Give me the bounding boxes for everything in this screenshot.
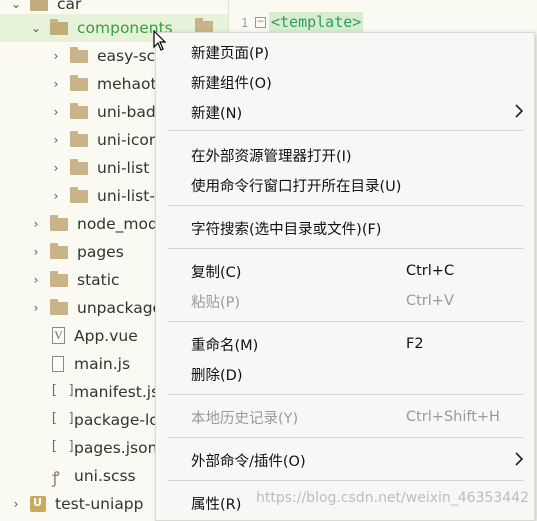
js-file-icon [50,355,65,373]
menu-item-delete[interactable]: 删除(D) [156,359,534,389]
folder-icon [70,186,88,203]
context-menu: 新建页面(P) 新建组件(O) 新建(N) 在外部资源管理器打开(I) 使用命令… [155,32,535,521]
folder-icon [50,214,68,231]
project-icon [30,496,46,512]
json-file-icon [50,383,76,401]
chevron-down-icon[interactable]: ⌄ [10,0,22,10]
menu-item-copy[interactable]: 复制(C) Ctrl+C [156,256,534,286]
folder-icon [50,298,68,315]
folder-icon [70,74,88,91]
menu-item-open-in-explorer[interactable]: 在外部资源管理器打开(I) [156,140,534,170]
chevron-right-icon[interactable]: › [30,302,42,314]
folder-icon [50,242,68,259]
chevron-right-icon[interactable]: › [50,50,62,62]
folder-open-icon [30,0,48,11]
fold-toggle-icon[interactable]: − [255,17,266,28]
menu-separator [168,321,523,322]
folder-icon [70,102,88,119]
json-file-icon [50,439,76,457]
chevron-right-icon[interactable]: › [10,498,22,510]
chevron-right-icon[interactable]: › [50,190,62,202]
menu-item-external-commands[interactable]: 外部命令/插件(O) [156,445,534,475]
chevron-down-icon[interactable]: ⌄ [30,22,42,34]
menu-separator [168,248,523,249]
menu-item-paste: 粘贴(P) Ctrl+V [191,293,454,311]
menu-item-new-component[interactable]: 新建组件(O) [156,67,534,97]
folder-icon [70,130,88,147]
menu-item-local-history: 本地历史记录(Y) Ctrl+Shift+H [191,409,500,427]
menu-separator [168,394,523,395]
json-file-icon [50,411,76,429]
mouse-cursor-icon [153,30,167,51]
chevron-right-icon[interactable]: › [30,218,42,230]
chevron-right-icon[interactable]: › [50,106,62,118]
menu-separator [168,130,523,131]
menu-separator [168,437,523,438]
scss-file-icon [50,466,65,488]
submenu-arrow-icon [515,104,524,118]
menu-separator [168,480,523,481]
folder-open-icon [50,18,68,35]
line-number: 1 [241,16,249,30]
chevron-right-icon[interactable]: › [50,134,62,146]
chevron-right-icon[interactable]: › [50,162,62,174]
folder-icon [50,270,68,287]
vue-file-icon [50,327,65,345]
code-line[interactable]: <template> [269,12,364,32]
watermark: https://blog.csdn.net/weixin_46353442 [256,490,530,506]
menu-item-rename[interactable]: 重命名(M) F2 [156,329,534,359]
submenu-arrow-icon [515,452,524,466]
chevron-right-icon[interactable]: › [50,78,62,90]
chevron-right-icon[interactable]: › [30,274,42,286]
menu-item-search-text[interactable]: 字符搜索(选中目录或文件)(F) [156,213,534,243]
menu-separator [168,205,523,206]
menu-item-open-in-terminal[interactable]: 使用命令行窗口打开所在目录(U) [156,170,534,200]
folder-icon [70,158,88,175]
menu-item-new-page[interactable]: 新建页面(P) [156,37,534,67]
menu-item-new[interactable]: 新建(N) [156,97,534,127]
chevron-right-icon[interactable]: › [30,246,42,258]
folder-icon [70,46,88,63]
